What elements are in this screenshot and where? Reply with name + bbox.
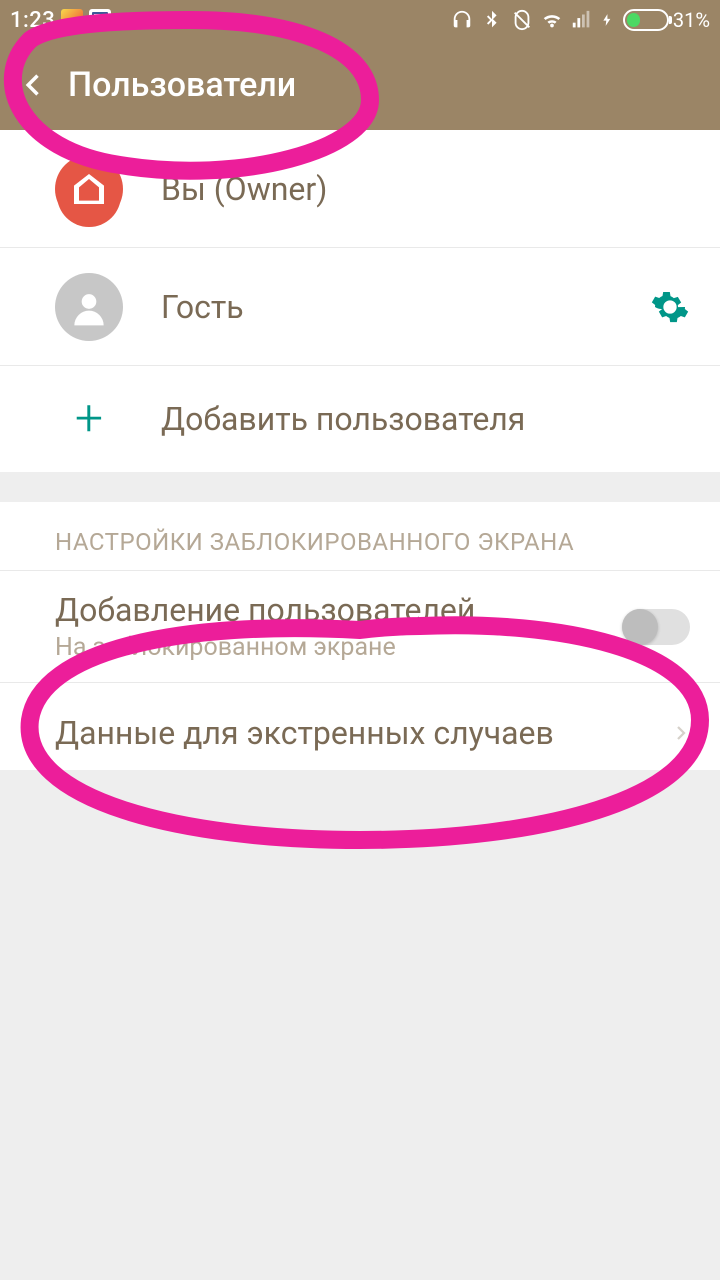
status-time: 1:23 xyxy=(10,8,55,33)
status-right: 31% xyxy=(451,8,710,32)
empty-area xyxy=(0,770,720,1280)
emergency-info-label: Данные для экстренных случаев xyxy=(55,714,672,752)
owner-label: Вы (Owner) xyxy=(161,170,690,208)
users-section: Вы (Owner) Гость + Добавить пользователя xyxy=(0,130,720,472)
add-user-row[interactable]: + Добавить пользователя xyxy=(0,366,720,472)
battery-percent: 31% xyxy=(673,8,710,32)
user-row-guest[interactable]: Гость xyxy=(0,248,720,366)
battery-indicator: 31% xyxy=(623,8,710,32)
app-header: Пользователи xyxy=(0,40,720,130)
guest-label: Гость xyxy=(161,288,650,326)
toggle-knob xyxy=(622,609,658,645)
wifi-icon xyxy=(541,9,563,31)
emergency-info-row[interactable]: Данные для экстренных случаев xyxy=(0,683,720,783)
bluetooth-icon xyxy=(481,9,503,31)
headphones-icon xyxy=(451,9,473,31)
signal-icon xyxy=(571,9,593,31)
page-title: Пользователи xyxy=(68,65,296,105)
dnd-icon xyxy=(511,9,533,31)
charging-icon xyxy=(601,9,615,31)
add-users-on-lockscreen-row[interactable]: Добавление пользователей На заблокирован… xyxy=(0,571,720,683)
add-user-label: Добавить пользователя xyxy=(161,400,690,438)
add-users-title: Добавление пользователей xyxy=(55,591,622,629)
status-bar: 1:23 31% xyxy=(0,0,720,40)
notification-app-icon-1 xyxy=(61,9,83,31)
lockscreen-section-header: НАСТРОЙКИ ЗАБЛОКИРОВАННОГО ЭКРАНА xyxy=(0,502,720,571)
chevron-right-icon xyxy=(672,718,690,748)
add-users-subtitle: На заблокированном экране xyxy=(55,633,622,662)
battery-fill xyxy=(627,13,640,27)
section-gap xyxy=(0,472,720,502)
owner-avatar-icon xyxy=(55,155,123,223)
back-arrow-icon[interactable] xyxy=(20,71,48,99)
user-row-owner[interactable]: Вы (Owner) xyxy=(0,130,720,248)
status-left: 1:23 xyxy=(10,8,111,33)
notification-app-icon-2 xyxy=(89,9,111,31)
add-users-toggle[interactable] xyxy=(622,609,690,645)
guest-avatar-icon xyxy=(55,273,123,341)
gear-icon[interactable] xyxy=(650,287,690,327)
